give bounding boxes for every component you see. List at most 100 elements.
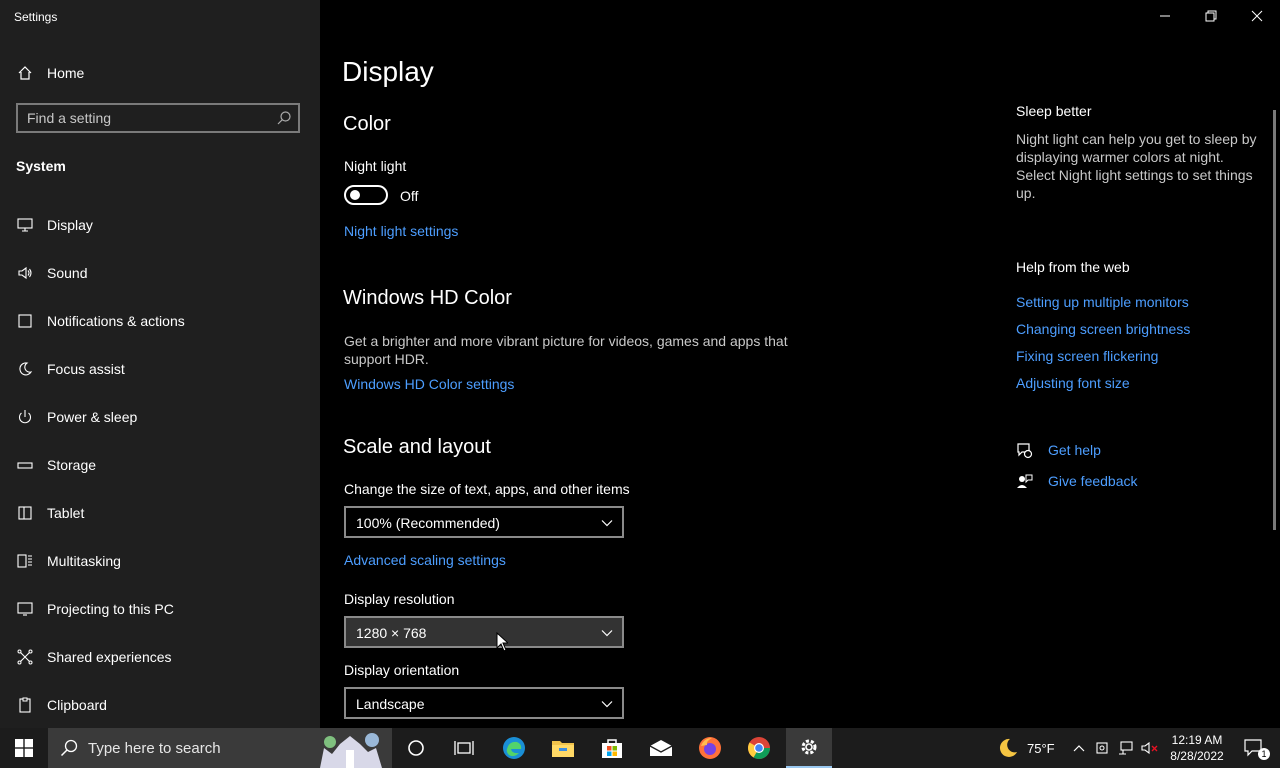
chevron-down-icon	[601, 520, 613, 527]
action-center-button[interactable]: 1	[1234, 728, 1274, 768]
hd-color-description: Get a brighter and more vibrant picture …	[344, 333, 788, 367]
search-box[interactable]	[16, 103, 300, 133]
network-button[interactable]	[1116, 728, 1136, 768]
night-light-settings-link[interactable]: Night light settings	[344, 223, 458, 239]
sidebar: Settings Home System Display Sound Notif…	[0, 0, 320, 728]
help-link-font-size[interactable]: Adjusting font size	[1016, 375, 1130, 391]
orientation-dropdown[interactable]: Landscape	[344, 687, 624, 719]
sidebar-item-tablet[interactable]: Tablet	[0, 493, 320, 533]
task-view-icon	[454, 741, 474, 755]
scale-dropdown[interactable]: 100% (Recommended)	[344, 506, 624, 538]
mail-icon	[649, 740, 673, 756]
sidebar-item-clipboard[interactable]: Clipboard	[0, 685, 320, 725]
storage-icon	[16, 456, 34, 474]
notification-icon	[16, 312, 34, 330]
speaker-icon	[16, 264, 34, 282]
moon-icon	[16, 360, 34, 378]
resolution-value: 1280 × 768	[356, 625, 427, 641]
edge-button[interactable]	[492, 728, 536, 768]
get-help-link[interactable]: Get help	[1048, 442, 1101, 458]
sidebar-item-sound[interactable]: Sound	[0, 253, 320, 293]
night-light-label: Night light	[344, 158, 407, 174]
section-label: System	[16, 158, 66, 174]
sidebar-item-label: Notifications & actions	[47, 313, 185, 329]
toggle-knob	[350, 190, 360, 200]
projecting-icon	[16, 600, 34, 618]
sidebar-item-power[interactable]: Power & sleep	[0, 397, 320, 437]
sidebar-item-label: Sound	[47, 265, 88, 281]
sidebar-item-label: Power & sleep	[47, 409, 138, 425]
clock-time: 12:19 AM	[1171, 733, 1223, 747]
resolution-label: Display resolution	[344, 591, 455, 607]
window-title: Settings	[14, 10, 58, 24]
sidebar-item-storage[interactable]: Storage	[0, 445, 320, 485]
sidebar-item-display[interactable]: Display	[0, 205, 320, 245]
search-icon[interactable]	[276, 110, 292, 126]
folder-icon	[552, 741, 574, 757]
sidebar-item-focus-assist[interactable]: Focus assist	[0, 349, 320, 389]
search-input[interactable]	[27, 105, 267, 131]
weather-moon-icon	[999, 738, 1017, 757]
sidebar-item-label: Display	[47, 217, 93, 233]
monitor-icon	[16, 216, 34, 234]
task-view-button[interactable]	[442, 728, 486, 768]
store-button[interactable]	[590, 728, 634, 768]
firefox-button[interactable]	[688, 728, 732, 768]
help-heading: Help from the web	[1016, 259, 1130, 275]
night-light-state: Off	[400, 188, 419, 204]
store-icon	[602, 739, 622, 758]
sidebar-item-multitasking[interactable]: Multitasking	[0, 541, 320, 581]
weather-button[interactable]	[994, 728, 1022, 768]
hd-color-heading: Windows HD Color	[343, 287, 512, 309]
give-feedback-link[interactable]: Give feedback	[1048, 473, 1138, 489]
scale-heading: Scale and layout	[343, 436, 491, 458]
orientation-label: Display orientation	[344, 662, 460, 678]
clock-date: 8/28/2022	[1170, 749, 1224, 763]
sleep-better-text: Night light can help you get to sleep by…	[1016, 131, 1257, 201]
weather-temperature[interactable]: 75°F	[1027, 741, 1055, 756]
help-link-brightness[interactable]: Changing screen brightness	[1016, 321, 1190, 337]
chrome-icon	[748, 737, 770, 759]
feedback-icon	[1017, 474, 1033, 488]
scale-value: 100% (Recommended)	[356, 515, 500, 531]
help-link-flickering[interactable]: Fixing screen flickering	[1016, 348, 1158, 364]
page-title: Display	[342, 56, 434, 87]
volume-button[interactable]	[1140, 728, 1160, 768]
hd-color-settings-link[interactable]: Windows HD Color settings	[344, 376, 514, 392]
sidebar-item-shared-experiences[interactable]: Shared experiences	[0, 637, 320, 677]
gear-icon	[801, 739, 817, 755]
resolution-dropdown[interactable]: 1280 × 768	[344, 616, 624, 648]
tablet-icon	[16, 504, 34, 522]
scrollbar[interactable]	[1273, 110, 1276, 530]
clipboard-icon	[16, 696, 34, 714]
help-link-monitors[interactable]: Setting up multiple monitors	[1016, 294, 1189, 310]
advanced-scaling-link[interactable]: Advanced scaling settings	[344, 552, 506, 568]
meet-now-button[interactable]	[1093, 728, 1113, 768]
sidebar-item-notifications[interactable]: Notifications & actions	[0, 301, 320, 341]
mouse-cursor-icon	[496, 632, 508, 652]
orientation-value: Landscape	[356, 696, 425, 712]
taskbar-search[interactable]	[48, 728, 392, 768]
cortana-button[interactable]	[394, 728, 438, 768]
home-icon	[16, 64, 34, 82]
taskbar: 75°F 12:19 AM 8/28/2022 1	[0, 728, 1280, 768]
main-content: Display Color Night light Off Night ligh…	[320, 0, 1280, 728]
taskbar-search-input[interactable]	[88, 738, 308, 758]
sidebar-item-projecting[interactable]: Projecting to this PC	[0, 589, 320, 629]
start-button[interactable]	[0, 728, 48, 768]
windows-icon	[15, 739, 33, 757]
tray-overflow-button[interactable]	[1068, 728, 1090, 768]
night-light-toggle[interactable]	[344, 185, 388, 205]
sidebar-item-home[interactable]: Home	[0, 53, 320, 93]
sidebar-item-label: Tablet	[47, 505, 85, 521]
settings-taskbar-button[interactable]	[786, 728, 832, 768]
sidebar-item-label: Home	[47, 65, 85, 81]
chevron-down-icon	[601, 630, 613, 637]
shared-icon	[16, 648, 34, 666]
chrome-button[interactable]	[737, 728, 781, 768]
clock[interactable]: 12:19 AM 8/28/2022	[1170, 732, 1224, 764]
volume-muted-icon	[1141, 741, 1158, 755]
mail-button[interactable]	[639, 728, 683, 768]
file-explorer-button[interactable]	[541, 728, 585, 768]
sidebar-item-label: Focus assist	[47, 361, 125, 377]
